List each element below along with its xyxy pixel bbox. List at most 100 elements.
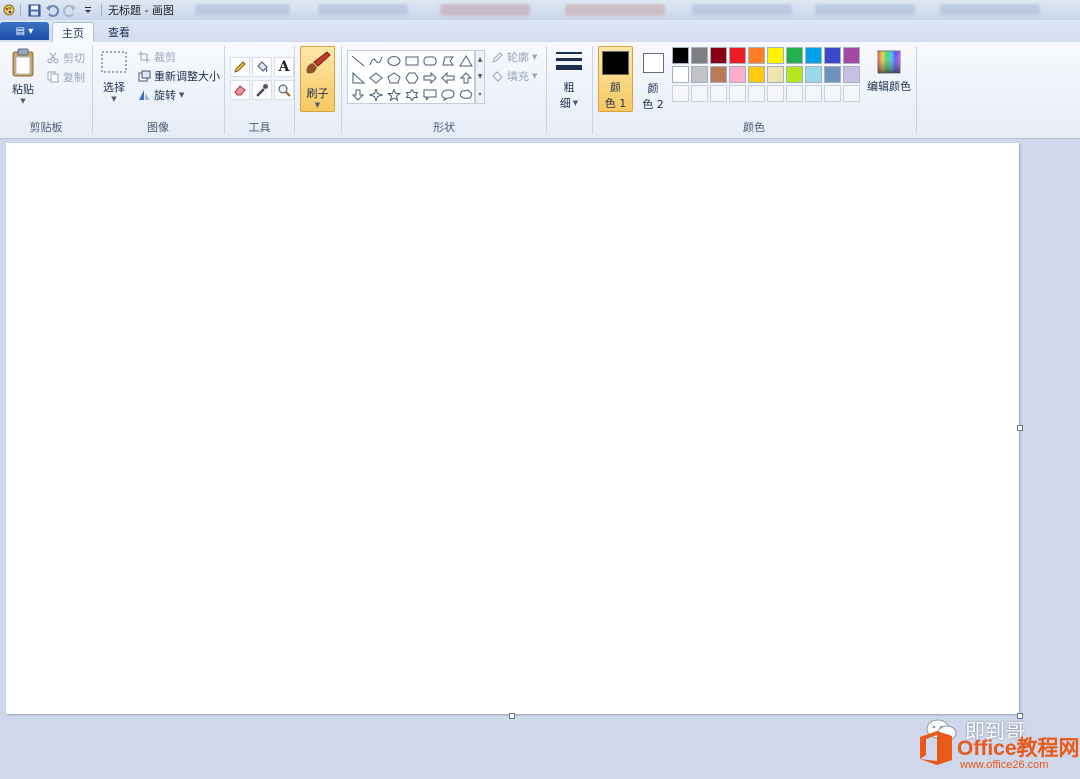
tab-view-label: 查看 bbox=[108, 26, 130, 39]
palette-swatch[interactable] bbox=[710, 66, 727, 83]
outline-button[interactable]: 轮廓 ▼ bbox=[490, 49, 537, 65]
paint-menu-button[interactable]: ▤ ▾ bbox=[0, 22, 49, 40]
resize-handle-bottom[interactable] bbox=[509, 713, 515, 719]
palette-swatch[interactable] bbox=[729, 47, 746, 64]
palette-swatch[interactable] bbox=[672, 47, 689, 64]
tab-home[interactable]: 主页 bbox=[52, 22, 94, 43]
shape-up-arrow[interactable] bbox=[457, 69, 475, 86]
custom-color-slot[interactable] bbox=[672, 85, 689, 102]
shape-rectangle[interactable] bbox=[403, 52, 421, 69]
tab-view[interactable]: 查看 bbox=[100, 22, 138, 42]
color-picker-tool[interactable] bbox=[252, 80, 272, 100]
shape-cloud-callout[interactable] bbox=[457, 86, 475, 103]
palette-swatch[interactable] bbox=[748, 47, 765, 64]
magnifier-tool[interactable] bbox=[274, 80, 294, 100]
shape-oval-callout[interactable] bbox=[439, 86, 457, 103]
custom-color-slot[interactable] bbox=[691, 85, 708, 102]
palette-swatch[interactable] bbox=[843, 47, 860, 64]
pencil-icon bbox=[234, 61, 246, 73]
palette-swatch[interactable] bbox=[767, 66, 784, 83]
size-button[interactable]: 粗 细 ▼ bbox=[553, 50, 585, 111]
palette-swatch[interactable] bbox=[805, 47, 822, 64]
select-button[interactable]: 选择 ▼ bbox=[99, 50, 129, 103]
custom-color-slot[interactable] bbox=[786, 85, 803, 102]
size-label-line1: 粗 bbox=[563, 81, 575, 94]
text-tool[interactable]: A bbox=[274, 57, 294, 77]
custom-color-slot[interactable] bbox=[767, 85, 784, 102]
curve-icon bbox=[369, 56, 383, 65]
shape-four-point-star[interactable] bbox=[367, 86, 385, 103]
custom-color-slot[interactable] bbox=[729, 85, 746, 102]
customize-quick-access-icon[interactable] bbox=[81, 3, 95, 17]
shape-six-point-star[interactable] bbox=[403, 86, 421, 103]
resize-button[interactable]: 重新调整大小 bbox=[137, 68, 220, 84]
shape-line[interactable] bbox=[349, 52, 367, 69]
expand-gallery-icon[interactable]: ▾ bbox=[476, 86, 484, 103]
shape-diamond[interactable] bbox=[367, 69, 385, 86]
crop-icon bbox=[137, 50, 151, 64]
cut-button[interactable]: 剪切 bbox=[46, 50, 85, 66]
redo-icon[interactable] bbox=[63, 3, 77, 17]
color1-button[interactable]: 颜 色 1 bbox=[598, 46, 633, 112]
palette-swatch[interactable] bbox=[786, 66, 803, 83]
shape-triangle[interactable] bbox=[457, 52, 475, 69]
palette-swatch[interactable] bbox=[729, 66, 746, 83]
tools-group-label: 工具 bbox=[248, 121, 271, 134]
up-arrow-icon bbox=[459, 71, 473, 83]
crop-button[interactable]: 裁剪 bbox=[137, 49, 176, 65]
shape-rounded-rectangle[interactable] bbox=[421, 52, 439, 69]
scroll-up-icon[interactable]: ▲ bbox=[476, 51, 484, 68]
palette-swatch[interactable] bbox=[691, 47, 708, 64]
fill-button[interactable]: 填充 ▼ bbox=[490, 68, 537, 84]
shape-five-point-star[interactable] bbox=[385, 86, 403, 103]
fill-tool[interactable] bbox=[252, 57, 272, 77]
palette-swatch[interactable] bbox=[824, 66, 841, 83]
palette-swatch[interactable] bbox=[672, 66, 689, 83]
color2-button[interactable]: 颜 色 2 bbox=[638, 46, 668, 112]
scroll-down-icon[interactable]: ▼ bbox=[476, 68, 484, 85]
shape-hexagon[interactable] bbox=[403, 69, 421, 86]
palette-swatch[interactable] bbox=[805, 66, 822, 83]
palette-swatch[interactable] bbox=[748, 66, 765, 83]
shape-down-arrow[interactable] bbox=[349, 86, 367, 103]
shape-left-arrow[interactable] bbox=[439, 69, 457, 86]
pencil-tool[interactable] bbox=[230, 57, 250, 77]
rectangle-icon bbox=[405, 56, 419, 65]
shape-right-arrow[interactable] bbox=[421, 69, 439, 86]
custom-color-slot[interactable] bbox=[843, 85, 860, 102]
palette-swatch[interactable] bbox=[691, 66, 708, 83]
undo-icon[interactable] bbox=[45, 3, 59, 17]
shape-pentagon[interactable] bbox=[385, 69, 403, 86]
shape-rect-callout[interactable] bbox=[421, 86, 439, 103]
palette-swatch[interactable] bbox=[786, 47, 803, 64]
resize-icon bbox=[137, 69, 151, 83]
shape-curve[interactable] bbox=[367, 52, 385, 69]
resize-label: 重新调整大小 bbox=[154, 70, 220, 83]
custom-color-slot[interactable] bbox=[805, 85, 822, 102]
palette-swatch[interactable] bbox=[767, 47, 784, 64]
palette-swatch[interactable] bbox=[710, 47, 727, 64]
paint-menu-icon: ▤ ▾ bbox=[15, 25, 34, 37]
custom-color-slot[interactable] bbox=[710, 85, 727, 102]
shapes-scrollbar[interactable]: ▲ ▼ ▾ bbox=[475, 50, 485, 104]
shape-polygon[interactable] bbox=[439, 52, 457, 69]
paste-button[interactable]: 粘贴 ▼ bbox=[8, 48, 38, 105]
brushes-button[interactable]: 刷子 ▼ bbox=[300, 46, 335, 112]
chevron-down-icon: ▼ bbox=[314, 101, 321, 109]
resize-handle-right[interactable] bbox=[1017, 425, 1023, 431]
custom-color-slot[interactable] bbox=[748, 85, 765, 102]
outline-pen-icon bbox=[490, 50, 504, 64]
copy-button[interactable]: 复制 bbox=[46, 69, 85, 85]
custom-color-slot[interactable] bbox=[824, 85, 841, 102]
rotate-button[interactable]: 旋转 ▼ bbox=[137, 87, 184, 103]
palette-swatch[interactable] bbox=[843, 66, 860, 83]
palette-swatch[interactable] bbox=[824, 47, 841, 64]
edit-colors-button[interactable]: 编辑颜色 bbox=[865, 50, 913, 94]
paint-app-icon[interactable] bbox=[2, 3, 16, 17]
colors-group-label: 颜色 bbox=[743, 121, 765, 134]
shape-right-triangle[interactable] bbox=[349, 69, 367, 86]
save-icon[interactable] bbox=[27, 3, 41, 17]
drawing-canvas[interactable] bbox=[6, 143, 1019, 714]
eraser-tool[interactable] bbox=[230, 80, 250, 100]
shape-oval[interactable] bbox=[385, 52, 403, 69]
